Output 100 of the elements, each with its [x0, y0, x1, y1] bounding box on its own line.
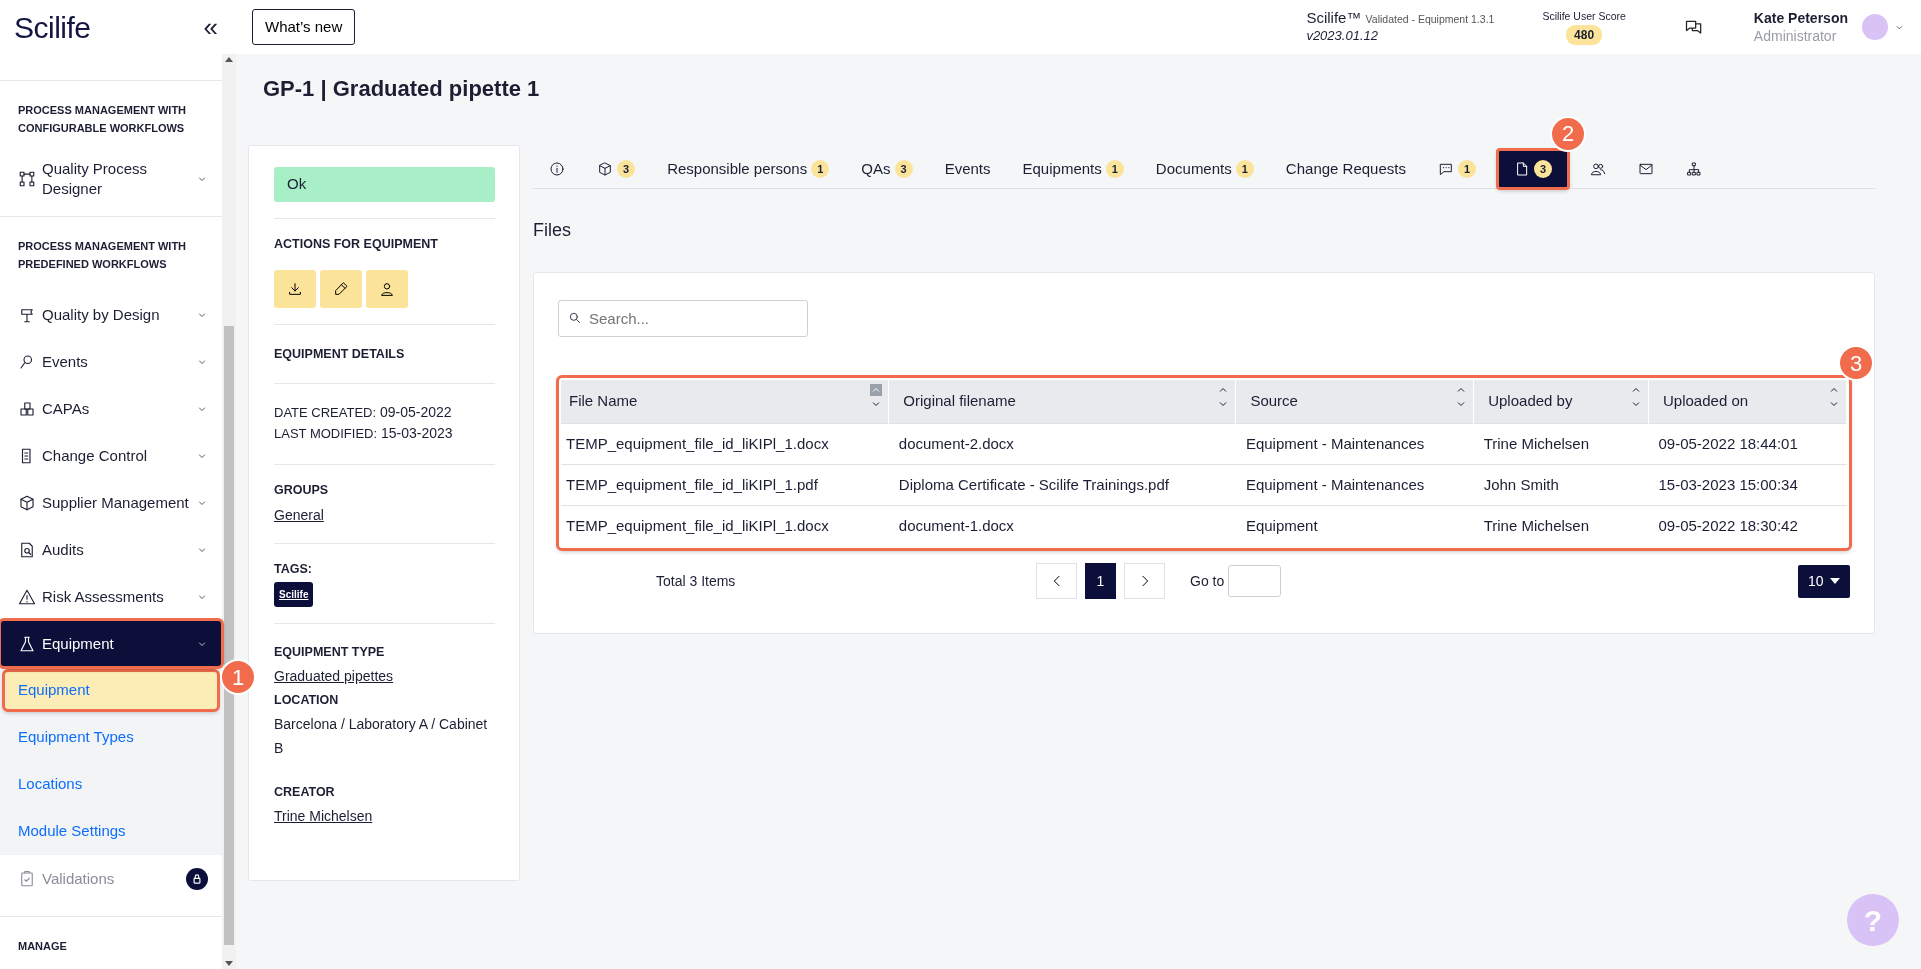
sidebar-item[interactable]: Supplier Management — [0, 479, 222, 526]
page-size-dropdown[interactable]: 10 — [1798, 564, 1850, 598]
go-to-field[interactable] — [1228, 565, 1282, 598]
download-button[interactable] — [274, 269, 316, 308]
download-icon — [287, 280, 303, 297]
column-header[interactable]: Source — [1235, 380, 1474, 424]
tab[interactable]: Responsible persons 1 — [651, 148, 846, 189]
submenu-item[interactable]: Equipment Types — [0, 714, 222, 761]
warning-icon — [18, 587, 36, 606]
table-cell: TEMP_equipment_file_id_liKIPl_1.pdf — [561, 464, 889, 506]
table-cell: Trine Michelsen — [1473, 505, 1649, 547]
sidebar-item[interactable]: Events — [0, 338, 222, 385]
tab[interactable]: Events — [928, 148, 1007, 189]
count-badge: 1 — [1235, 159, 1254, 178]
submenu-item[interactable]: Equipment — [4, 671, 218, 710]
avatar-icon[interactable] — [1862, 14, 1888, 40]
table-cell: document-2.docx — [888, 423, 1236, 465]
user-button[interactable] — [366, 269, 408, 308]
section-heading: PROCESS MANAGEMENT WITH PREDEFINED WORKFLOWS — [17, 239, 188, 272]
section-heading: MANAGE — [17, 939, 68, 954]
tab[interactable]: Documents 1 — [1139, 148, 1270, 189]
info-icon — [549, 160, 565, 177]
column-header[interactable]: Original filename — [888, 380, 1236, 424]
date-label: LAST MODIFIED: — [274, 426, 378, 442]
clipboard-icon — [18, 869, 36, 888]
document-search-icon — [18, 540, 36, 559]
section-title: Files — [533, 219, 572, 243]
score-label: Scilife User Score — [1542, 9, 1626, 25]
table-cell: TEMP_equipment_file_id_liKIPl_1.docx — [561, 423, 889, 465]
section-heading: PROCESS MANAGEMENT WITH CONFIGURABLE WORKFLOWS — [17, 103, 188, 136]
sidebar-item[interactable]: Equipment — [0, 620, 222, 667]
status-label: Ok — [274, 167, 495, 202]
table-cell: document-1.docx — [888, 505, 1236, 547]
count-badge: 3 — [1534, 159, 1553, 178]
count-badge: 3 — [617, 159, 636, 178]
pencil-icon — [333, 280, 349, 297]
sidebar-item[interactable]: CAPAs — [0, 385, 222, 432]
section-heading: ACTIONS FOR EQUIPMENT — [274, 235, 439, 253]
callout-badge: 3 — [1838, 345, 1874, 382]
sidebar-item[interactable]: Audits — [0, 526, 222, 573]
section-heading: EQUIPMENT DETAILS — [274, 345, 406, 363]
count-badge: 3 — [894, 159, 913, 178]
table-cell: 09-05-2022 18:30:42 — [1648, 505, 1847, 547]
submenu-item[interactable]: Module Settings — [0, 808, 222, 855]
page-button[interactable]: 1 — [1085, 563, 1116, 600]
count-badge: 1 — [1105, 159, 1124, 178]
location-text: Barcelona / Laboratory A / Cabinet B — [274, 715, 489, 759]
table-cell: Diploma Certificate - Scilife Trainings.pdf — [888, 464, 1236, 506]
callout-badge: 2 — [1550, 115, 1587, 152]
whats-new-button[interactable]: What’s new — [252, 8, 356, 46]
section-heading: GROUPS — [274, 482, 330, 500]
edit-button[interactable] — [320, 269, 362, 308]
tab[interactable]: 1 — [1421, 148, 1493, 189]
submenu-item[interactable]: Locations — [0, 761, 222, 808]
section-heading: CREATOR — [274, 784, 336, 802]
date-value: 09-05-2022 — [380, 404, 452, 421]
sidebar-item[interactable]: Risk Assessments — [0, 573, 222, 620]
collapse-sidebar-button[interactable]: « — [203, 14, 218, 40]
section-heading: TAGS: — [274, 560, 313, 578]
sidebar-item[interactable]: Change Control — [0, 432, 222, 479]
search-icon — [568, 311, 582, 326]
search-field[interactable]: Search... — [558, 300, 808, 338]
logo-text: Scilife — [14, 9, 91, 46]
table-cell: TEMP_equipment_file_id_liKIPl_1.docx — [561, 505, 889, 547]
column-header[interactable]: File Name — [561, 380, 889, 424]
creator-link[interactable]: Trine Michelsen — [274, 808, 373, 825]
tab[interactable]: 3 — [1498, 149, 1569, 188]
equipment-type-link[interactable]: Graduated pipettes — [274, 668, 394, 685]
count-badge: 1 — [811, 159, 830, 178]
tab[interactable]: Equipments 1 — [1006, 148, 1140, 189]
user-name: Kate Peterson — [1753, 9, 1848, 27]
table-cell: John Smith — [1473, 464, 1649, 506]
tab[interactable]: Change Requests — [1269, 148, 1422, 189]
user-role: Administrator — [1753, 27, 1838, 45]
total-items-label: Total 3 Items — [656, 571, 737, 591]
nodes-icon — [18, 169, 36, 188]
cubes-icon — [18, 399, 36, 418]
scroll-up-icon[interactable] — [225, 56, 233, 64]
people-icon — [1590, 160, 1607, 177]
caret-icon — [1830, 577, 1840, 586]
table-cell: Trine Michelsen — [1473, 423, 1649, 465]
tag[interactable]: Scilife — [274, 582, 314, 608]
flask-icon — [18, 634, 36, 653]
group-link[interactable]: General — [274, 507, 324, 524]
tab[interactable]: 3 — [581, 148, 652, 189]
sidebar-item[interactable]: Quality by Design — [0, 291, 222, 338]
date-value: 15-03-2023 — [380, 425, 453, 442]
tab[interactable]: QAs 3 — [845, 148, 929, 189]
column-header[interactable]: Uploaded by — [1473, 380, 1649, 424]
user-icon — [379, 280, 395, 297]
section-heading: LOCATION — [274, 692, 340, 710]
column-header[interactable]: Uploaded on — [1648, 380, 1847, 424]
sidebar-item[interactable]: Quality Process Designer — [0, 155, 222, 202]
score-badge: 480 — [1566, 24, 1603, 45]
box-icon — [18, 493, 36, 512]
table-cell: 15-03-2023 15:00:34 — [1648, 464, 1847, 506]
validation-label: Validated - Equipment 1.3.1 — [1365, 13, 1495, 25]
sort-up-icon[interactable] — [870, 384, 883, 397]
version-label: v2023.01.12 — [1306, 28, 1378, 43]
scroll-down-icon[interactable] — [225, 959, 233, 967]
